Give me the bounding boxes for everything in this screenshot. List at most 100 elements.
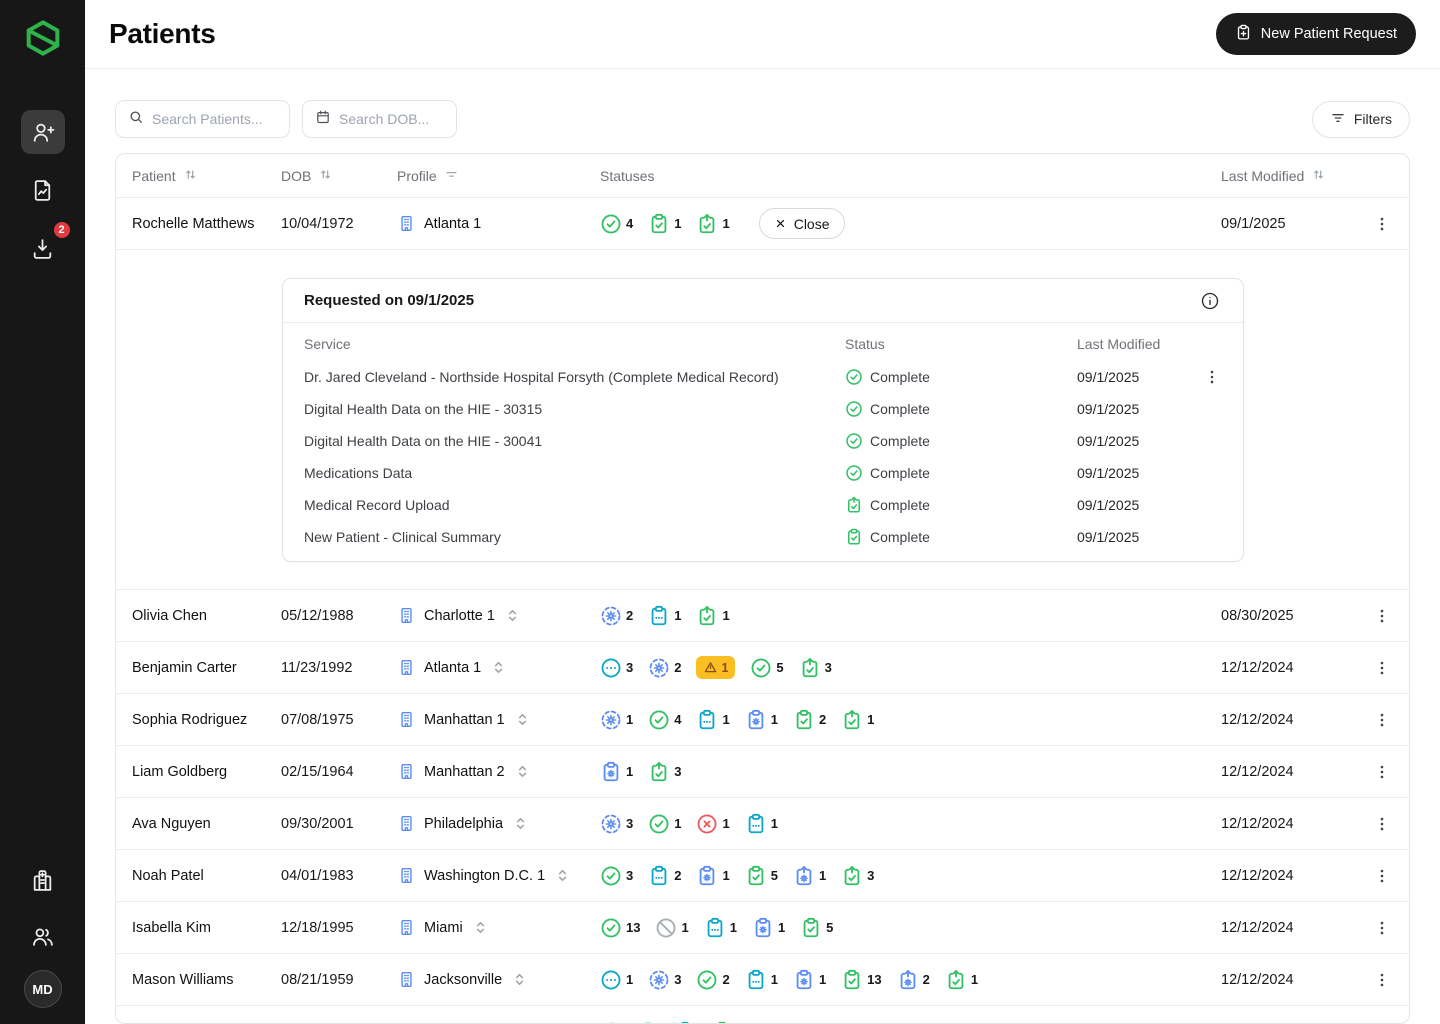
table-row[interactable]: Mason Williams08/21/1959Jacksonville1321… (116, 954, 1409, 1006)
profile-cell: Atlanta 1 (397, 658, 600, 677)
actions-cell (1358, 865, 1393, 887)
clipboard-gear-icon (696, 865, 718, 887)
status-count: 3 (626, 816, 633, 831)
patient-name: Liam Goldberg (132, 764, 281, 780)
column-header-profile[interactable]: Profile (397, 167, 600, 185)
info-icon-button[interactable] (1198, 289, 1222, 313)
clipboard-dots-icon (696, 709, 718, 731)
row-menu-button[interactable] (1371, 761, 1393, 783)
table-row[interactable]: Olivia Chen05/12/1988Charlotte 121108/30… (116, 590, 1409, 642)
building-icon (397, 814, 416, 833)
filters-button[interactable]: Filters (1312, 101, 1410, 138)
new-patient-request-button[interactable]: New Patient Request (1216, 13, 1416, 55)
sidebar-item-facilities[interactable] (21, 858, 65, 902)
row-menu-button[interactable] (1371, 709, 1393, 731)
sort-icon (183, 167, 198, 185)
row-menu-button[interactable] (1371, 213, 1393, 235)
sidebar-item-team[interactable] (21, 914, 65, 958)
table-row[interactable]: Isabella Kim12/18/1995Miami13111512/12/2… (116, 902, 1409, 954)
table-row[interactable] (116, 1006, 1409, 1024)
patient-dob: 11/23/1992 (281, 660, 397, 676)
status-count: 3 (626, 868, 633, 883)
status-clipboard-check: 1 (648, 213, 681, 235)
row-menu-button[interactable] (1371, 969, 1393, 991)
service-name: Medications Data (304, 465, 845, 481)
profile-selector-icon[interactable] (510, 970, 529, 989)
status-count: 1 (819, 868, 826, 883)
row-menu-button[interactable] (1371, 917, 1393, 939)
status-count: 3 (626, 660, 633, 675)
column-header-last-modified[interactable]: Last Modified (1221, 167, 1358, 185)
user-avatar[interactable]: MD (24, 970, 62, 1008)
status-circle-check: 1 (648, 813, 681, 835)
sidebar-item-reports[interactable] (21, 168, 65, 212)
service-last-modified: 09/1/2025 (1077, 401, 1201, 417)
service-row: Digital Health Data on the HIE - 30041 Co… (283, 425, 1243, 457)
people-icon (30, 924, 55, 949)
service-status-label: Complete (870, 465, 930, 481)
close-expanded-button[interactable]: Close (759, 208, 845, 239)
service-last-modified: 09/1/2025 (1077, 465, 1201, 481)
service-name: Digital Health Data on the HIE - 30041 (304, 433, 845, 449)
patient-name: Olivia Chen (132, 608, 281, 624)
status-clipboard-check: 5 (800, 917, 833, 939)
actions-cell (1358, 657, 1393, 679)
last-modified: 09/1/2025 (1221, 216, 1358, 232)
table-row[interactable]: Rochelle Matthews10/04/1972Atlanta 1411C… (116, 198, 1409, 250)
table-row[interactable]: Benjamin Carter11/23/1992Atlanta 1321531… (116, 642, 1409, 694)
row-menu-button[interactable] (1371, 605, 1393, 627)
patient-dob: 05/12/1988 (281, 608, 397, 624)
status-count: 2 (923, 972, 930, 987)
patient-dob: 07/08/1975 (281, 712, 397, 728)
profile-selector-icon[interactable] (511, 814, 530, 833)
status-count: 1 (674, 216, 681, 231)
circle-check-icon (600, 917, 622, 939)
kebab-icon (1373, 659, 1391, 677)
sidebar-item-downloads[interactable]: 2 (21, 226, 65, 270)
status-clipboard-check: 2 (793, 709, 826, 731)
status-count: 3 (825, 660, 832, 675)
profile-selector-icon[interactable] (503, 606, 522, 625)
search-patients-input[interactable] (152, 111, 277, 127)
service-menu-button[interactable] (1201, 366, 1223, 388)
profile-selector-icon[interactable] (489, 658, 508, 677)
status-count: 1 (819, 972, 826, 987)
circle-dots-icon (600, 969, 622, 991)
status-count: 1 (674, 816, 681, 831)
clipboard-upload-icon (799, 657, 821, 679)
search-dob-input[interactable] (339, 111, 444, 127)
sidebar-item-new-patient[interactable] (21, 110, 65, 154)
column-header-dob[interactable]: DOB (281, 167, 397, 185)
status-count: 1 (626, 972, 633, 987)
panel-bottom-padding (283, 553, 1243, 561)
profile-selector-icon[interactable] (513, 710, 532, 729)
status-clipboard-gear: 1 (696, 865, 729, 887)
status-clipboard-check: 13 (841, 969, 881, 991)
profile-selector-icon[interactable] (553, 866, 572, 885)
patient-dob: 12/18/1995 (281, 920, 397, 936)
last-modified: 12/12/2024 (1221, 660, 1358, 676)
table-row[interactable]: Noah Patel04/01/1983Washington D.C. 1321… (116, 850, 1409, 902)
service-actions (1201, 366, 1223, 388)
table-row[interactable]: Sophia Rodriguez07/08/1975Manhattan 1141… (116, 694, 1409, 746)
row-menu-button[interactable] (1371, 865, 1393, 887)
status-count: 4 (626, 216, 633, 231)
column-header-patient[interactable]: Patient (132, 167, 281, 185)
service-status-label: Complete (870, 433, 930, 449)
row-menu-button[interactable] (1371, 657, 1393, 679)
service-status: Complete (845, 496, 1077, 514)
search-icon (128, 109, 144, 125)
table-row[interactable]: Ava Nguyen09/30/2001Philadelphia311112/1… (116, 798, 1409, 850)
kebab-icon (1203, 368, 1221, 386)
profile-selector-icon[interactable] (471, 918, 490, 937)
clipboard-dots-icon (704, 917, 726, 939)
status-count: 3 (867, 868, 874, 883)
service-row: Medical Record UploadComplete09/1/2025 (283, 489, 1243, 521)
row-menu-button[interactable] (1371, 813, 1393, 835)
kebab-icon (1373, 919, 1391, 937)
clipboard-check-icon (745, 865, 767, 887)
app-window: 2 MD Patients New Patient Request (0, 0, 1440, 1024)
profile-selector-icon[interactable] (513, 762, 532, 781)
table-row[interactable]: Liam Goldberg02/15/1964Manhattan 21312/1… (116, 746, 1409, 798)
status-count: 1 (681, 920, 688, 935)
